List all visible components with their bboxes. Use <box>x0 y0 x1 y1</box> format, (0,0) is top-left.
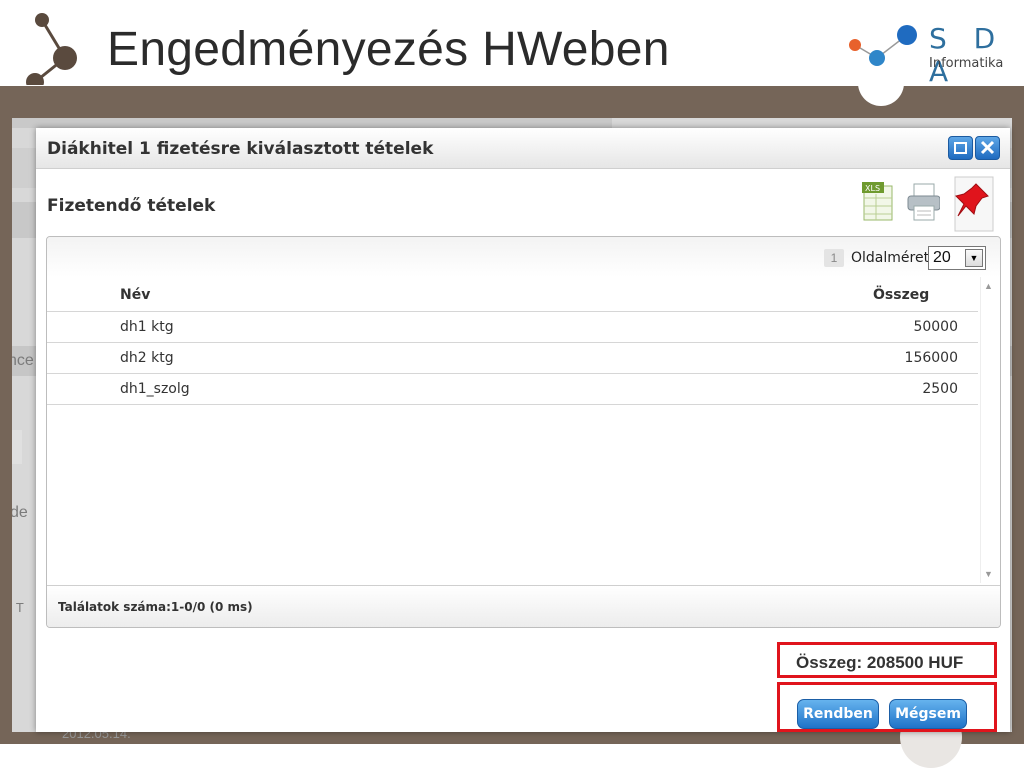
cell-name: dh1_szolg <box>120 381 190 397</box>
grid-scrollbar[interactable]: ▲ ▼ <box>980 277 999 583</box>
cell-name: dh2 ktg <box>120 350 174 366</box>
cell-name: dh1 ktg <box>120 319 174 335</box>
background-tabs <box>12 118 612 128</box>
cancel-button[interactable]: Mégsem <box>889 699 967 729</box>
total-sum: Összeg: 208500 HUF <box>796 653 964 672</box>
grid-rows: dh1 ktg 50000 dh2 ktg 156000 dh1_szolg 2… <box>47 311 978 405</box>
print-icon[interactable] <box>906 180 940 224</box>
cell-amount: 156000 <box>904 350 958 366</box>
cell-amount: 50000 <box>913 319 958 335</box>
grid-footer: Találatok száma:1-0/0 (0 ms) <box>47 585 1000 627</box>
svg-text:XLS: XLS <box>865 184 880 193</box>
column-header-name[interactable]: Név <box>120 287 150 303</box>
page-size-label: Oldalméret <box>851 250 930 266</box>
results-count: Találatok száma:1-0/0 (0 ms) <box>58 600 253 614</box>
sum-highlight: Összeg: 208500 HUF <box>777 642 997 678</box>
column-header-amount[interactable]: Összeg <box>873 287 929 303</box>
items-grid: 1 Oldalméret 20 ▼ Név Összeg dh1 ktg 500… <box>46 236 1001 628</box>
items-dialog: Diákhitel 1 fizetésre kiválasztott tétel… <box>36 128 1010 732</box>
scroll-up-icon[interactable]: ▲ <box>984 281 993 291</box>
pin-icon[interactable] <box>954 176 994 232</box>
grid-pager: 1 Oldalméret 20 ▼ <box>47 237 1000 277</box>
background-fragment: de <box>12 504 28 521</box>
xls-export-icon[interactable]: XLS <box>860 180 894 224</box>
logo-subtitle: Informatika <box>929 56 1004 71</box>
logo-text: S D A <box>929 22 1005 88</box>
background-fragment: s T <box>12 600 24 615</box>
table-row[interactable]: dh1 ktg 50000 <box>47 311 978 342</box>
background-tab <box>12 430 22 464</box>
background-fragment: nce <box>12 352 34 369</box>
table-row[interactable]: dh1_szolg 2500 <box>47 373 978 405</box>
buttons-highlight: Rendben Mégsem <box>777 682 997 732</box>
scroll-down-icon[interactable]: ▼ <box>984 569 993 579</box>
section-title: Fizetendő tételek <box>47 196 216 216</box>
cell-amount: 2500 <box>922 381 958 397</box>
chevron-down-icon[interactable]: ▼ <box>965 249 983 267</box>
maximize-icon[interactable] <box>948 136 973 160</box>
ok-button[interactable]: Rendben <box>797 699 879 729</box>
close-icon[interactable] <box>975 136 1000 160</box>
page-number[interactable]: 1 <box>824 249 844 267</box>
sda-logo: S D A Informatika <box>845 20 1020 110</box>
table-row[interactable]: dh2 ktg 156000 <box>47 342 978 373</box>
logo-dots-icon <box>849 25 917 66</box>
page-size-select[interactable]: 20 ▼ <box>928 246 986 270</box>
slide-title: Engedményezés HWeben <box>107 23 670 76</box>
dialog-title: Diákhitel 1 fizetésre kiválasztott tétel… <box>47 139 434 159</box>
molecule-decoration <box>26 13 77 85</box>
dialog-header: Diákhitel 1 fizetésre kiválasztott tétel… <box>36 128 1010 169</box>
page-size-value: 20 <box>933 249 951 266</box>
